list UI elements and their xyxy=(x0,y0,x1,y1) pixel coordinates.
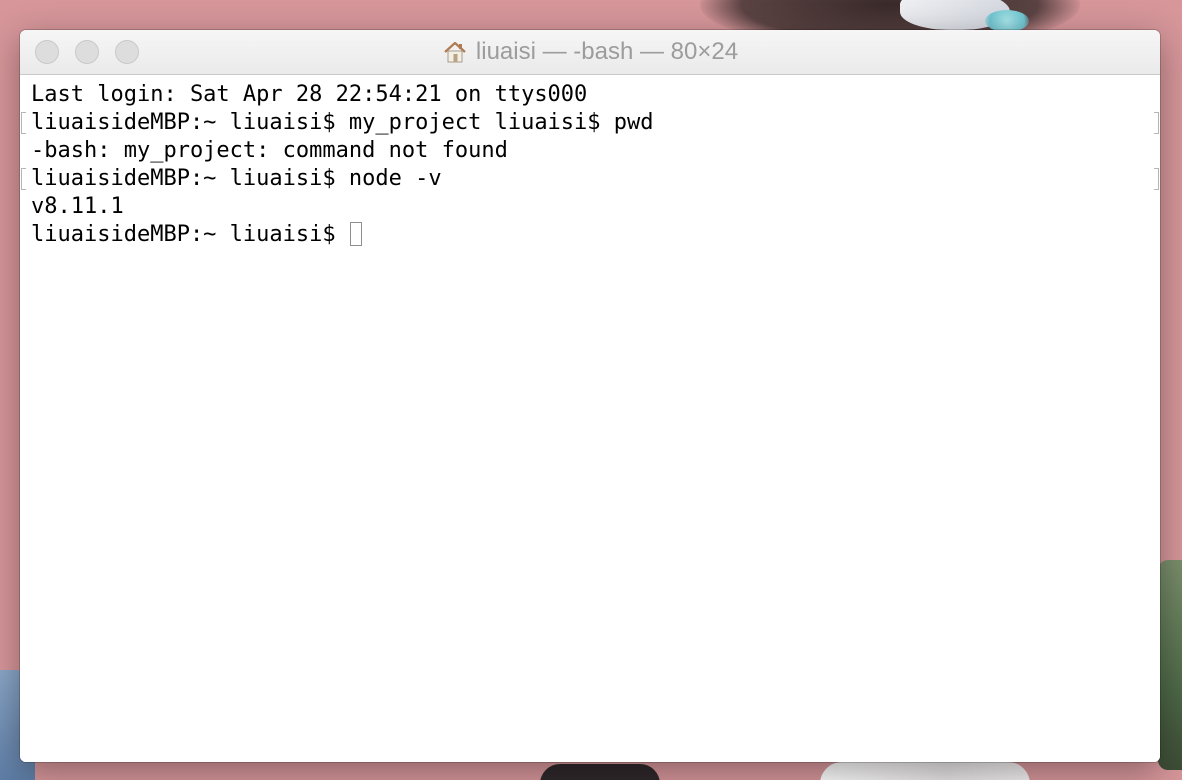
window-title-area: liuaisi — -bash — 80×24 xyxy=(20,30,1160,74)
terminal-line: Last login: Sat Apr 28 22:54:21 on ttys0… xyxy=(31,82,588,107)
terminal-line: liuaisideMBP:~ liuaisi$ my_project liuai… xyxy=(31,110,654,135)
text-cursor xyxy=(349,222,362,246)
terminal-output[interactable]: Last login: Sat Apr 28 22:54:21 on ttys0… xyxy=(20,75,1160,762)
wallpaper-flower xyxy=(985,10,1029,32)
wallpaper-leaf xyxy=(1158,560,1182,770)
terminal-line: v8.11.1 xyxy=(31,194,124,219)
terminal-prompt-line[interactable]: liuaisideMBP:~ liuaisi$ xyxy=(31,221,362,249)
terminal-line: -bash: my_project: command not found xyxy=(31,138,508,163)
window-title: liuaisi — -bash — 80×24 xyxy=(475,38,739,65)
wallpaper-lace xyxy=(820,762,1030,780)
terminal-window: liuaisi — -bash — 80×24 Last login: Sat … xyxy=(20,30,1160,762)
mark-bracket-right xyxy=(1154,168,1159,190)
mark-bracket-left xyxy=(21,168,26,190)
title-bar[interactable]: liuaisi — -bash — 80×24 xyxy=(20,30,1160,75)
terminal-line: liuaisideMBP:~ liuaisi$ node -v xyxy=(31,166,442,191)
home-icon xyxy=(444,41,466,63)
mark-bracket-right xyxy=(1154,112,1159,134)
mark-bracket-left xyxy=(21,112,26,134)
wallpaper-dark-shape xyxy=(540,764,660,780)
terminal-prompt: liuaisideMBP:~ liuaisi$ xyxy=(31,222,349,247)
